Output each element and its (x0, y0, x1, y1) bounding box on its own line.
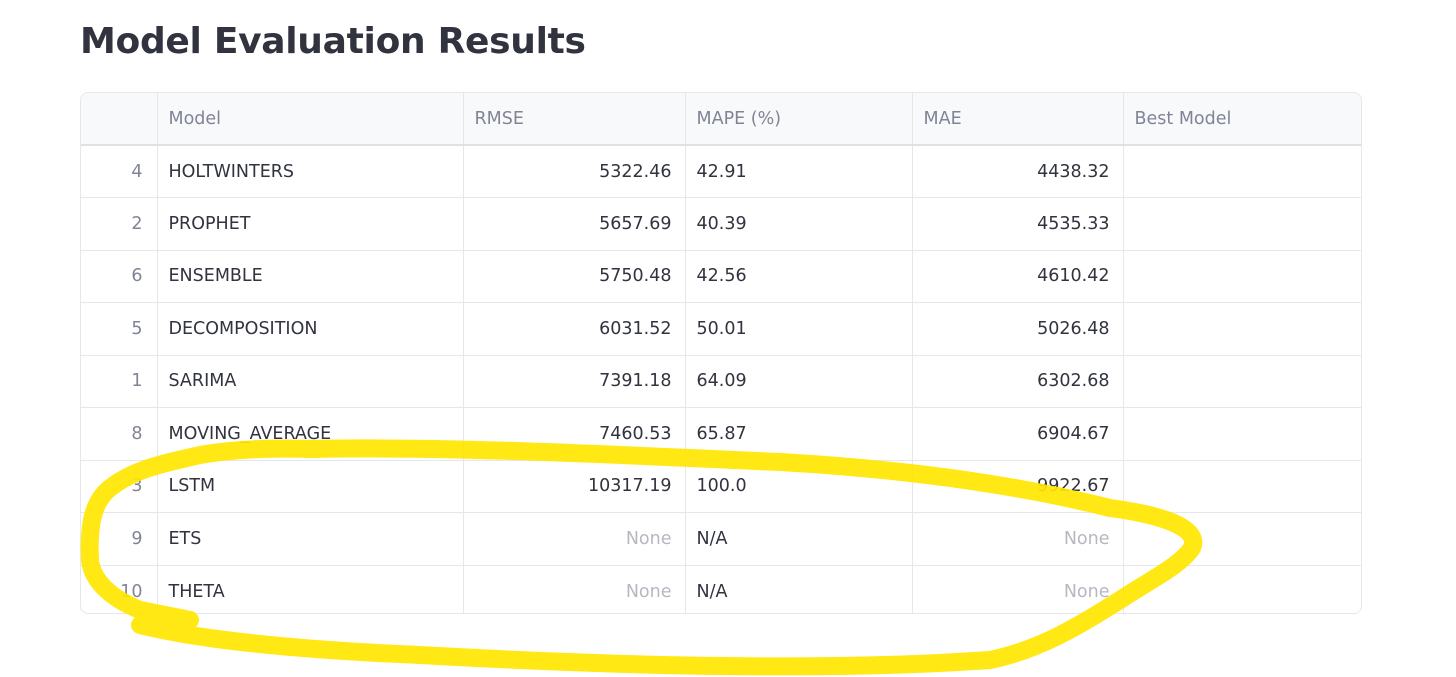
rmse-cell[interactable]: 5750.48 (463, 250, 686, 303)
table-row[interactable]: 5 DECOMPOSITION 6031.52 50.01 5026.48 (81, 302, 1361, 356)
model-cell[interactable]: MOVING_AVERAGE (157, 407, 464, 461)
table-row[interactable]: 2 PROPHET 5657.69 40.39 4535.33 (81, 197, 1361, 251)
row-index: 10 (81, 565, 158, 613)
rmse-cell[interactable]: 5322.46 (463, 145, 686, 198)
table-row[interactable]: 4 HOLTWINTERS 5322.46 42.91 4438.32 (81, 145, 1361, 198)
model-cell[interactable]: DECOMPOSITION (157, 302, 464, 356)
mape-cell[interactable]: 65.87 (685, 407, 913, 461)
table-row[interactable]: 10 THETA None N/A None (81, 565, 1361, 613)
best-model-cell[interactable] (1123, 407, 1361, 461)
mae-cell[interactable]: 4535.33 (912, 197, 1124, 251)
mae-cell[interactable]: None (912, 512, 1124, 566)
column-header-rmse[interactable]: RMSE (463, 93, 686, 146)
column-header-best-model[interactable]: Best Model (1123, 93, 1361, 146)
model-cell[interactable]: SARIMA (157, 355, 464, 408)
mae-cell[interactable]: 9922.67 (912, 460, 1124, 513)
best-model-cell[interactable] (1123, 460, 1361, 513)
mape-cell[interactable]: N/A (685, 565, 913, 613)
table-row[interactable]: 6 ENSEMBLE 5750.48 42.56 4610.42 (81, 250, 1361, 303)
row-index: 6 (81, 250, 158, 303)
best-model-cell[interactable] (1123, 302, 1361, 356)
page-title: Model Evaluation Results (80, 21, 586, 62)
best-model-cell[interactable] (1123, 355, 1361, 408)
mae-cell[interactable]: 4610.42 (912, 250, 1124, 303)
best-model-cell[interactable] (1123, 197, 1361, 251)
row-index: 3 (81, 460, 158, 513)
page: Model Evaluation Results Model RMSE MAPE… (0, 0, 1456, 677)
mae-cell[interactable]: 5026.48 (912, 302, 1124, 356)
mape-cell[interactable]: 50.01 (685, 302, 913, 356)
rmse-cell[interactable]: None (463, 512, 686, 566)
model-cell[interactable]: THETA (157, 565, 464, 613)
mae-cell[interactable]: 6302.68 (912, 355, 1124, 408)
table-row[interactable]: 9 ETS None N/A None (81, 512, 1361, 566)
rmse-cell[interactable]: 6031.52 (463, 302, 686, 356)
column-header-model[interactable]: Model (157, 93, 464, 146)
table-body: 4 HOLTWINTERS 5322.46 42.91 4438.32 2 PR… (81, 145, 1361, 613)
column-header-index[interactable] (81, 93, 158, 146)
mae-cell[interactable]: 4438.32 (912, 145, 1124, 198)
best-model-cell[interactable] (1123, 250, 1361, 303)
table-header: Model RMSE MAPE (%) MAE Best Model (81, 93, 1361, 146)
row-index: 2 (81, 197, 158, 251)
rmse-cell[interactable]: None (463, 565, 686, 613)
table-row[interactable]: 8 MOVING_AVERAGE 7460.53 65.87 6904.67 (81, 407, 1361, 461)
mape-cell[interactable]: N/A (685, 512, 913, 566)
rmse-cell[interactable]: 5657.69 (463, 197, 686, 251)
best-model-cell[interactable] (1123, 565, 1361, 613)
mae-cell[interactable]: 6904.67 (912, 407, 1124, 461)
mape-cell[interactable]: 42.56 (685, 250, 913, 303)
row-index: 8 (81, 407, 158, 461)
best-model-cell[interactable] (1123, 512, 1361, 566)
rmse-cell[interactable]: 7391.18 (463, 355, 686, 408)
row-index: 1 (81, 355, 158, 408)
mape-cell[interactable]: 40.39 (685, 197, 913, 251)
results-table: Model RMSE MAPE (%) MAE Best Model 4 HOL… (81, 93, 1361, 613)
model-cell[interactable]: PROPHET (157, 197, 464, 251)
results-table-container[interactable]: Model RMSE MAPE (%) MAE Best Model 4 HOL… (80, 92, 1362, 614)
table-row[interactable]: 3 LSTM 10317.19 100.0 9922.67 (81, 460, 1361, 513)
column-header-mape[interactable]: MAPE (%) (685, 93, 913, 146)
column-header-mae[interactable]: MAE (912, 93, 1124, 146)
model-cell[interactable]: LSTM (157, 460, 464, 513)
best-model-cell[interactable] (1123, 145, 1361, 198)
mape-cell[interactable]: 100.0 (685, 460, 913, 513)
mape-cell[interactable]: 64.09 (685, 355, 913, 408)
row-index: 9 (81, 512, 158, 566)
row-index: 5 (81, 302, 158, 356)
model-cell[interactable]: ENSEMBLE (157, 250, 464, 303)
table-row[interactable]: 1 SARIMA 7391.18 64.09 6302.68 (81, 355, 1361, 408)
mape-cell[interactable]: 42.91 (685, 145, 913, 198)
rmse-cell[interactable]: 10317.19 (463, 460, 686, 513)
model-cell[interactable]: ETS (157, 512, 464, 566)
row-index: 4 (81, 145, 158, 198)
mae-cell[interactable]: None (912, 565, 1124, 613)
model-cell[interactable]: HOLTWINTERS (157, 145, 464, 198)
rmse-cell[interactable]: 7460.53 (463, 407, 686, 461)
